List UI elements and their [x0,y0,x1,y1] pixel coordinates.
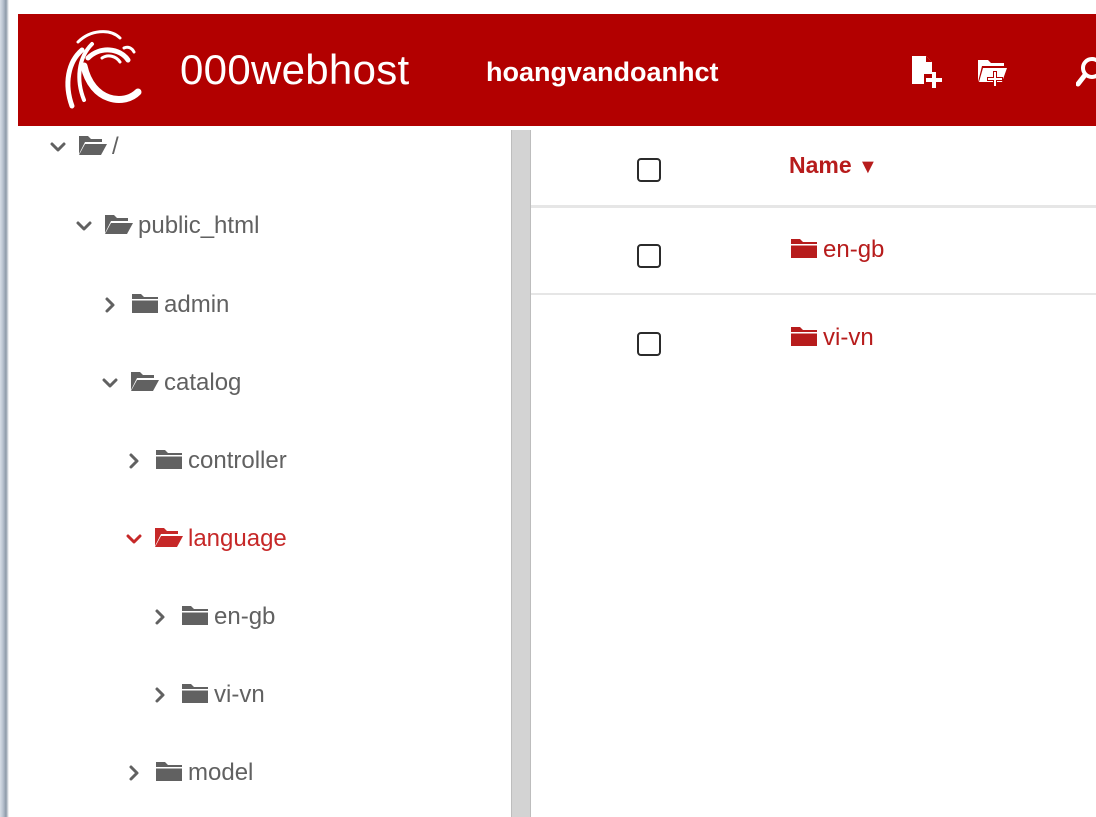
search-icon[interactable] [1076,54,1096,88]
folder-open-icon [78,134,108,161]
sort-desc-icon: ▼ [858,156,878,178]
chevron-right-icon[interactable] [150,607,170,627]
tree-item-label: en-gb [214,603,276,630]
name-column-label: Name [789,152,852,178]
file-list: Name ▼ en-gb vi-vn [531,126,1096,817]
tree-scrollbar[interactable] [511,130,531,817]
folder-icon [154,448,184,475]
folder-icon [154,760,184,787]
tree-item-catalog[interactable]: catalog [100,363,241,403]
tree-item-label: / [112,133,119,160]
tree-item-label: model [188,759,254,786]
tree-item-admin[interactable]: admin [100,285,229,325]
select-all-checkbox[interactable] [637,158,661,182]
chevron-down-icon[interactable] [48,137,68,157]
new-file-icon[interactable] [910,54,942,88]
tree-item-model[interactable]: model [124,753,253,793]
folder-icon [130,292,160,319]
new-folder-icon[interactable] [976,54,1008,88]
file-name-link[interactable]: vi-vn [789,324,874,352]
folder-open-icon [154,526,184,553]
folder-icon [789,325,819,352]
file-name: en-gb [823,236,885,263]
chevron-down-icon[interactable] [74,216,94,236]
chevron-right-icon[interactable] [124,763,144,783]
folder-open-icon [104,213,134,240]
window-edge [0,0,9,817]
site-username: hoangvandoanhct [486,57,719,87]
chevron-down-icon[interactable] [124,529,144,549]
file-row[interactable]: en-gb [531,209,1096,295]
chevron-right-icon[interactable] [124,451,144,471]
logo-icon[interactable] [62,28,142,114]
tree-item-label: public_html [138,212,260,239]
folder-icon [789,237,819,264]
chevron-right-icon[interactable] [150,685,170,705]
brand-name: 000webhost [180,46,410,93]
file-manager-window: 000webhost hoangvandoanhct Name ▼ en-gb … [0,0,1096,817]
tree-item-root[interactable]: / [48,127,119,167]
row-checkbox[interactable] [637,244,661,268]
tree-item-en-gb[interactable]: en-gb [150,597,275,637]
top-bar: 000webhost hoangvandoanhct [18,14,1096,126]
tree-item-label: controller [188,447,287,474]
folder-open-icon [130,370,160,397]
chevron-right-icon[interactable] [100,295,120,315]
file-row[interactable]: vi-vn [531,296,1096,380]
tree-item-language[interactable]: language [124,519,287,559]
tree-item-label: catalog [164,369,242,396]
file-list-header: Name ▼ [531,126,1096,208]
tree-item-vi-vn[interactable]: vi-vn [150,675,265,715]
row-checkbox[interactable] [637,332,661,356]
tree-item-controller[interactable]: controller [124,441,287,481]
name-column-header[interactable]: Name ▼ [789,152,878,179]
folder-icon [180,604,210,631]
tree-item-public-html[interactable]: public_html [74,206,259,246]
tree-item-label: language [188,525,287,552]
folder-icon [180,682,210,709]
chevron-down-icon[interactable] [100,373,120,393]
file-name: vi-vn [823,324,874,351]
tree-item-label: vi-vn [214,681,265,708]
file-name-link[interactable]: en-gb [789,236,884,264]
tree-item-label: admin [164,291,230,318]
